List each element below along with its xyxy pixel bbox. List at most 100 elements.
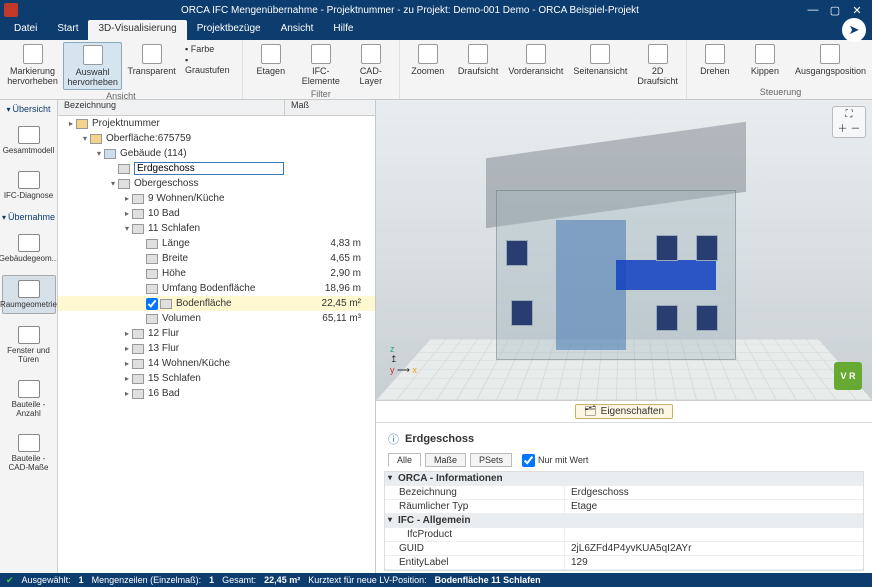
expand-icon[interactable]: ▸ [122, 194, 132, 204]
tree-checkbox[interactable] [146, 298, 158, 310]
ribbon-farbe[interactable]: ▪ Farbe [185, 44, 234, 54]
ribbon-markierung[interactable]: Markierunghervorheben [4, 42, 61, 90]
left-tool-ifc-diagnose[interactable]: IFC-Diagnose [2, 167, 56, 204]
maximize-button[interactable]: ▢ [824, 4, 846, 17]
tree-row[interactable]: ▸ 10 Bad [58, 206, 375, 221]
left-tool-raumgeometrie[interactable]: Raumgeometrie [2, 275, 56, 314]
tree-label[interactable]: 14 Wohnen/Küche [148, 358, 301, 369]
tree-row[interactable]: Länge4,83 m [58, 236, 375, 251]
expand-icon[interactable]: ▸ [66, 119, 76, 129]
only-with-value-check[interactable]: Nur mit Wert [522, 454, 588, 467]
prop-section[interactable]: ORCA - Informationen [385, 472, 863, 486]
tree-label[interactable]: 9 Wohnen/Küche [148, 193, 301, 204]
tree-row[interactable]: ▾Obergeschoss [58, 176, 375, 191]
expand-icon[interactable]: ▾ [94, 149, 104, 159]
view-controls[interactable]: ⛶＋ － [832, 106, 866, 138]
expand-icon[interactable]: ▸ [122, 329, 132, 339]
prop-tab-maße[interactable]: Maße [425, 453, 466, 467]
ribbon-kippen[interactable]: Kippen [741, 42, 789, 86]
expand-icon[interactable]: ▸ [122, 344, 132, 354]
expand-icon[interactable]: ▸ [122, 209, 132, 219]
view-cube[interactable]: V R [834, 362, 862, 390]
menu-tab-start[interactable]: Start [47, 20, 88, 40]
tree-row[interactable]: ▾ Oberfläche:675759 [58, 131, 375, 146]
share-icon[interactable]: ➤ [842, 18, 866, 42]
tree-label[interactable]: 15 Schlafen [148, 373, 301, 384]
tree-label[interactable]: Bodenfläche [176, 298, 301, 309]
ribbon-zoomen[interactable]: Zoomen [404, 42, 452, 96]
tree-row[interactable]: Breite4,65 m [58, 251, 375, 266]
menu-tab-hilfe[interactable]: Hilfe [323, 20, 363, 40]
menu-tab-ansicht[interactable]: Ansicht [271, 20, 324, 40]
highlighted-floor[interactable] [616, 260, 716, 290]
tree-label[interactable]: Länge [162, 238, 301, 249]
expand-icon[interactable]: ▸ [122, 389, 132, 399]
properties-button[interactable]: 🗂 Eigenschaften [575, 404, 673, 419]
tree-label[interactable]: Volumen [162, 313, 301, 324]
left-head-übersicht[interactable]: Übersicht [6, 104, 50, 114]
tree[interactable]: ▸Projektnummer▾Oberfläche:675759▾Gebäude… [58, 116, 375, 573]
tree-label[interactable]: Umfang Bodenfläche [162, 283, 301, 294]
left-tool-fenster-und-t-ren[interactable]: Fenster und Türen [2, 322, 56, 368]
building-model[interactable] [456, 140, 776, 370]
prop-tab-psets[interactable]: PSets [470, 453, 512, 467]
tree-row[interactable]: ▸ 16 Bad [58, 386, 375, 401]
ribbon-ifc-elemente[interactable]: IFC-Elemente [297, 42, 345, 88]
ribbon-drehen[interactable]: Drehen [691, 42, 739, 86]
left-tool-geb-udegeom-[interactable]: Gebäudegeom... [2, 230, 56, 267]
tree-row[interactable]: ▸ 12 Flur [58, 326, 375, 341]
prop-section[interactable]: IFC - Allgemein [385, 514, 863, 528]
expand-icon[interactable]: ▾ [108, 179, 118, 189]
minimize-button[interactable]: — [802, 4, 824, 16]
tree-label[interactable]: 12 Flur [148, 328, 301, 339]
expand-icon[interactable]: ▾ [122, 224, 132, 234]
tree-row[interactable]: Volumen65,11 m³ [58, 311, 375, 326]
close-button[interactable]: ✕ [846, 4, 868, 17]
ribbon-seitenansicht[interactable]: Seitenansicht [569, 42, 631, 96]
menu-tab-3d-visualisierung[interactable]: 3D-Visualisierung [88, 20, 186, 40]
tree-row[interactable]: ▾ Gebäude (114) [58, 146, 375, 161]
3d-viewport[interactable]: z↥y ⟶ x ⛶＋ － V R [376, 100, 872, 401]
tree-label[interactable] [134, 162, 301, 175]
ribbon-etagen[interactable]: Etagen [247, 42, 295, 88]
expand-icon[interactable]: ▸ [122, 359, 132, 369]
tree-label[interactable]: 13 Flur [148, 343, 301, 354]
menu-tab-datei[interactable]: Datei [4, 20, 47, 40]
ribbon-graustufen[interactable]: ▪ Graustufen [185, 55, 234, 75]
tree-label[interactable]: 16 Bad [148, 388, 301, 399]
tree-row[interactable]: ▸ 14 Wohnen/Küche [58, 356, 375, 371]
tree-row[interactable]: ▸ 15 Schlafen [58, 371, 375, 386]
tree-row[interactable]: Höhe2,90 m [58, 266, 375, 281]
ribbon-transparent[interactable]: Transparent [124, 42, 179, 90]
ribbon-draufsicht[interactable]: Draufsicht [454, 42, 503, 96]
tree-row[interactable] [58, 161, 375, 176]
tree-row[interactable]: ▸ Projektnummer [58, 116, 375, 131]
expand-icon[interactable]: ▸ [122, 374, 132, 384]
tree-label[interactable]: 11 Schlafen [148, 223, 301, 234]
ribbon-auswahl[interactable]: Auswahlhervorheben [63, 42, 122, 90]
tree-row[interactable]: ▸ 13 Flur [58, 341, 375, 356]
tree-label[interactable]: Gebäude (114) [120, 148, 301, 159]
left-tool-bauteile-cad-ma-e[interactable]: Bauteile - CAD-Maße [2, 430, 56, 476]
ribbon-vorderansicht[interactable]: Vorderansicht [504, 42, 567, 96]
menu-tab-projektbezüge[interactable]: Projektbezüge [187, 20, 271, 40]
prop-tab-alle[interactable]: Alle [388, 453, 421, 467]
tree-row[interactable]: ▾ 11 Schlafen [58, 221, 375, 236]
tree-col-value[interactable]: Maß [285, 100, 375, 115]
tree-row[interactable]: Bodenfläche22,45 m² [58, 296, 375, 311]
ribbon-cad-layer[interactable]: CAD-Layer [347, 42, 395, 88]
ribbon-2d[interactable]: 2DDraufsicht [633, 42, 682, 96]
left-head-übernahme[interactable]: Übernahme [2, 212, 55, 222]
tree-row[interactable]: Umfang Bodenfläche18,96 m [58, 281, 375, 296]
left-tool-bauteile-anzahl[interactable]: Bauteile - Anzahl [2, 376, 56, 422]
tree-label[interactable]: 10 Bad [148, 208, 301, 219]
tree-col-name[interactable]: Bezeichnung [58, 100, 285, 115]
tree-label[interactable]: Oberfläche:675759 [106, 133, 301, 144]
left-tool-gesamtmodell[interactable]: Gesamtmodell [2, 122, 56, 159]
ribbon-ausgangsposition[interactable]: Ausgangsposition [791, 42, 870, 86]
expand-icon[interactable]: ▾ [80, 134, 90, 144]
tree-label[interactable]: Breite [162, 253, 301, 264]
tree-row[interactable]: ▸ 9 Wohnen/Küche [58, 191, 375, 206]
tree-edit-input[interactable] [134, 162, 284, 175]
tree-label[interactable]: Projektnummer [92, 118, 301, 129]
